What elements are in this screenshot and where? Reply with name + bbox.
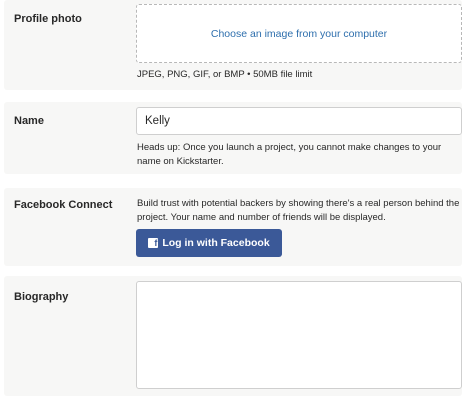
name-input-value: Kelly <box>145 115 170 127</box>
facebook-login-label: Log in with Facebook <box>162 237 270 249</box>
profile-photo-section: Profile photo Choose an image from your … <box>4 0 462 90</box>
file-limit-hint: JPEG, PNG, GIF, or BMP • 50MB file limit <box>137 69 313 80</box>
biography-textarea[interactable] <box>136 281 462 389</box>
biography-section: Biography <box>4 276 462 396</box>
biography-label: Biography <box>14 291 69 303</box>
profile-photo-label: Profile photo <box>14 13 82 25</box>
facebook-connect-label: Facebook Connect <box>14 199 113 211</box>
name-hint: Heads up: Once you launch a project, you… <box>137 142 442 167</box>
image-upload-dropzone[interactable]: Choose an image from your computer <box>136 4 462 63</box>
name-section: Name Kelly Heads up: Once you launch a p… <box>4 102 462 174</box>
name-input[interactable]: Kelly <box>136 107 462 135</box>
facebook-description: Build trust with potential backers by sh… <box>137 198 460 223</box>
name-label: Name <box>14 115 44 127</box>
upload-link-text[interactable]: Choose an image from your computer <box>211 28 387 40</box>
facebook-login-button[interactable]: f Log in with Facebook <box>136 229 282 257</box>
facebook-icon: f <box>148 238 159 248</box>
facebook-connect-section: Facebook Connect Build trust with potent… <box>4 188 462 266</box>
